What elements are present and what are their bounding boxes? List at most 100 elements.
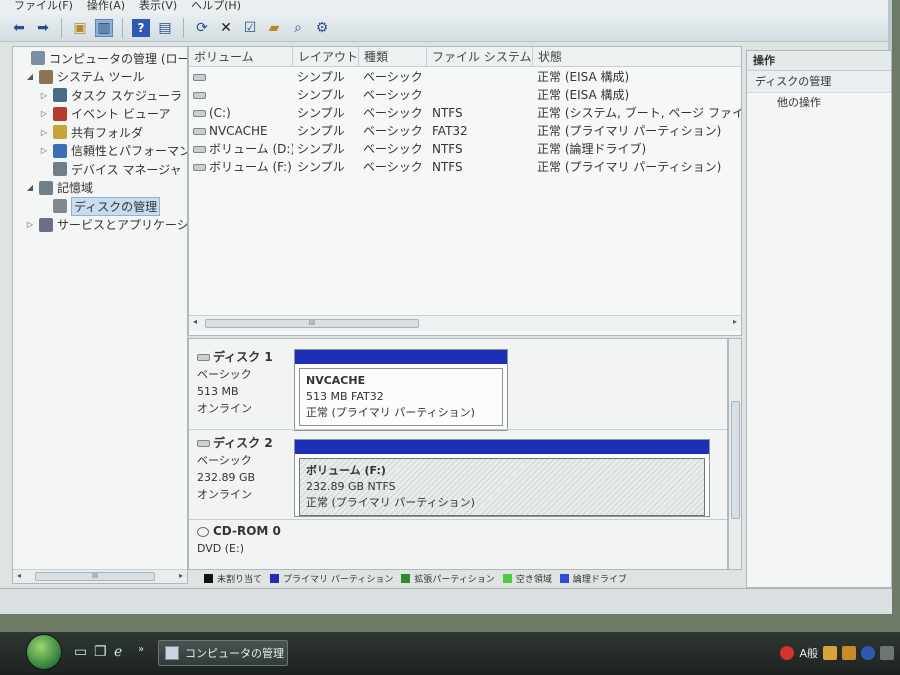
tree-horizontal-scrollbar[interactable]: ◂ III ▸	[13, 569, 187, 583]
cdrom-0-label[interactable]: CD-ROM 0 DVD (E:)	[197, 523, 287, 557]
help-icon[interactable]	[861, 646, 875, 660]
cell-status: 正常 (プライマリ パーティション)	[537, 158, 741, 176]
ime-dictionary-icon[interactable]	[842, 646, 856, 660]
column-filesystem[interactable]: ファイル システム	[427, 47, 533, 67]
tree-item[interactable]: コンピュータの管理 (ローカル	[17, 49, 187, 67]
actions-section-disk-management[interactable]: ディスクの管理	[747, 71, 891, 93]
tray-options-icon[interactable]	[880, 646, 894, 660]
open-folder-icon[interactable]: ▰	[265, 19, 283, 37]
expand-arrow-icon[interactable]: ▷	[25, 220, 35, 229]
table-row[interactable]: ボリューム (D:) シンプル ベーシック NTFS 正常 (論理ドライブ)	[189, 140, 741, 158]
scroll-left-icon[interactable]: ◂	[193, 317, 197, 326]
cell-text: ベーシック	[363, 142, 423, 156]
delete-icon[interactable]: ✕	[217, 19, 235, 37]
cell-text: シンプル	[297, 142, 345, 156]
expand-arrow-icon[interactable]: ▷	[39, 146, 49, 155]
cell-text: 正常 (論理ドライブ)	[537, 142, 647, 156]
partition-nvcache[interactable]: NVCACHE 513 MB FAT32 正常 (プライマリ パーティション)	[294, 349, 508, 431]
scroll-thumb[interactable]: III	[35, 572, 155, 581]
menu-view[interactable]: 表示(V)	[139, 0, 177, 14]
security-icon[interactable]	[780, 646, 795, 660]
cell-fs	[432, 68, 532, 86]
column-volume[interactable]: ボリューム	[189, 47, 293, 67]
cell-layout: シンプル	[297, 68, 359, 86]
disk-settings-icon[interactable]: ⚙	[313, 19, 331, 37]
tree-item[interactable]: ▷ 共有フォルダ	[39, 123, 143, 141]
menu-action[interactable]: 操作(A)	[87, 0, 125, 14]
menu-bar: ファイル(F) 操作(A) 表示(V) ヘルプ(H)	[0, 0, 888, 14]
cell-type: ベーシック	[363, 140, 427, 158]
search-icon[interactable]: ⌕	[289, 19, 307, 37]
table-row[interactable]: (C:) シンプル ベーシック NTFS 正常 (システム, ブート, ページ ファイル	[189, 104, 741, 122]
column-type[interactable]: 種類	[359, 47, 427, 67]
tree-item-label: コンピュータの管理 (ローカル	[49, 51, 187, 66]
show-tree-icon[interactable]: ▥	[95, 18, 113, 37]
switch-windows-icon[interactable]: ❐	[94, 644, 107, 660]
expand-arrow-icon[interactable]: ▷	[39, 109, 49, 118]
scroll-thumb[interactable]	[731, 401, 740, 519]
scroll-left-icon[interactable]: ◂	[17, 571, 21, 580]
menu-help[interactable]: ヘルプ(H)	[191, 0, 241, 14]
toolbar: ⬅ ➡ ▣ ▥ ? ▤ ⟳ ✕ ☑ ▰ ⌕ ⚙	[0, 14, 888, 42]
quicklaunch-more-icon[interactable]: »	[138, 644, 144, 655]
tree-item[interactable]: ▷ タスク スケジューラ	[39, 86, 182, 104]
disk-legend: 未割り当て プライマリ パーティション 拡張パーティション 空き領域 論理ドライブ	[200, 570, 720, 586]
expand-arrow-icon[interactable]: ▷	[39, 128, 49, 137]
browser-icon[interactable]: ℯ	[114, 644, 122, 660]
volume-horizontal-scrollbar[interactable]: ◂ III ▸	[189, 315, 741, 331]
shared-folder-icon	[53, 125, 67, 139]
tree-item[interactable]: デバイス マネージャ	[39, 160, 182, 178]
tree-item[interactable]: ◢ 記憶域	[25, 179, 93, 197]
cell-text: (C:)	[209, 106, 231, 120]
taskbar: ▭ ❐ ℯ » コンピュータの管理 A般	[0, 632, 900, 675]
disk-size: 232.89 GB	[197, 471, 256, 484]
disk-kind: DVD (E:)	[197, 542, 245, 555]
column-layout[interactable]: レイアウト	[293, 47, 359, 67]
partition-volume-f[interactable]: ボリューム (F:) 232.89 GB NTFS 正常 (プライマリ パーティ…	[294, 439, 710, 517]
expand-arrow-icon[interactable]: ◢	[25, 183, 35, 192]
forward-arrow-icon[interactable]: ➡	[34, 19, 52, 37]
taskbar-item-computer-management[interactable]: コンピュータの管理	[158, 640, 288, 666]
back-arrow-icon[interactable]: ⬅	[10, 19, 28, 37]
start-button[interactable]	[26, 634, 62, 670]
show-desktop-icon[interactable]: ▭	[74, 644, 87, 660]
partition-type-bar	[295, 350, 507, 364]
column-status[interactable]: 状態	[533, 47, 741, 67]
table-row[interactable]: NVCACHE シンプル ベーシック FAT32 正常 (プライマリ パーティション)	[189, 122, 741, 140]
tree-item[interactable]: ▷ 信頼性とパフォーマンス	[39, 142, 187, 160]
cell-type: ベーシック	[363, 122, 427, 140]
menu-file[interactable]: ファイル(F)	[14, 0, 73, 14]
more-actions-item[interactable]: 他の操作	[747, 93, 891, 113]
tree-item[interactable]: ▷ サービスとアプリケーショ	[25, 216, 187, 234]
disk-2-label[interactable]: ディスク 2 ベーシック 232.89 GB オンライン	[197, 435, 287, 503]
cell-fs: NTFS	[432, 140, 532, 158]
cell-fs: NTFS	[432, 158, 532, 176]
actions-pane: 操作 ディスクの管理 他の操作	[746, 50, 892, 588]
table-row[interactable]: シンプル ベーシック 正常 (EISA 構成)	[189, 86, 741, 104]
help-icon[interactable]: ?	[132, 18, 150, 37]
scroll-thumb[interactable]: III	[205, 319, 419, 328]
expand-arrow-icon[interactable]: ◢	[25, 72, 35, 81]
cell-text: 正常 (プライマリ パーティション)	[537, 124, 722, 138]
volume-icon	[193, 128, 206, 135]
table-row[interactable]: シンプル ベーシック 正常 (EISA 構成)	[189, 68, 741, 86]
legend-label: 空き領域	[515, 574, 552, 585]
tree-item[interactable]: ディスクの管理	[39, 196, 161, 216]
tree-item[interactable]: ▷ イベント ビューア	[39, 105, 170, 123]
ime-tool-icon[interactable]	[823, 646, 837, 660]
cell-name	[193, 68, 293, 86]
ime-indicator[interactable]: A般	[799, 645, 818, 661]
refresh-icon[interactable]: ⟳	[193, 19, 211, 37]
console-tree-icon[interactable]: ▤	[156, 19, 174, 37]
expand-arrow-icon[interactable]: ▷	[39, 91, 49, 100]
table-row[interactable]: ボリューム (F:) シンプル ベーシック NTFS 正常 (プライマリ パーティション…	[189, 158, 741, 176]
scroll-right-icon[interactable]: ▸	[179, 571, 183, 580]
disk-1-label[interactable]: ディスク 1 ベーシック 513 MB オンライン	[197, 349, 287, 417]
up-folder-icon[interactable]: ▣	[71, 19, 89, 37]
scroll-right-icon[interactable]: ▸	[733, 317, 737, 326]
computer-management-icon	[165, 646, 179, 660]
disk-vertical-scrollbar[interactable]	[728, 338, 742, 570]
cell-text: シンプル	[297, 106, 345, 120]
tree-item[interactable]: ◢ システム ツール	[25, 68, 144, 86]
properties-icon[interactable]: ☑	[241, 19, 259, 37]
